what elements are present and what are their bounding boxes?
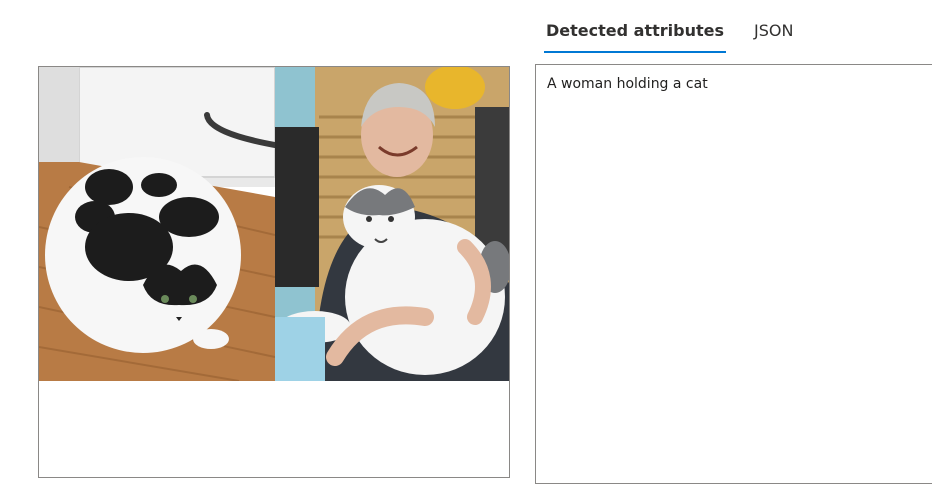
tab-detected-attributes[interactable]: Detected attributes	[544, 14, 726, 53]
image-caption: A woman holding a cat	[547, 76, 708, 92]
analyzed-image	[39, 67, 509, 381]
photo-left-cat-on-floor	[39, 67, 275, 381]
tab-json[interactable]: JSON	[752, 14, 795, 52]
detected-attributes-panel: A woman holding a cat	[535, 64, 932, 484]
result-tabs: Detected attributes JSON	[544, 14, 795, 53]
input-image-frame	[38, 66, 510, 478]
photo-right-woman-holding-cat	[275, 67, 509, 381]
